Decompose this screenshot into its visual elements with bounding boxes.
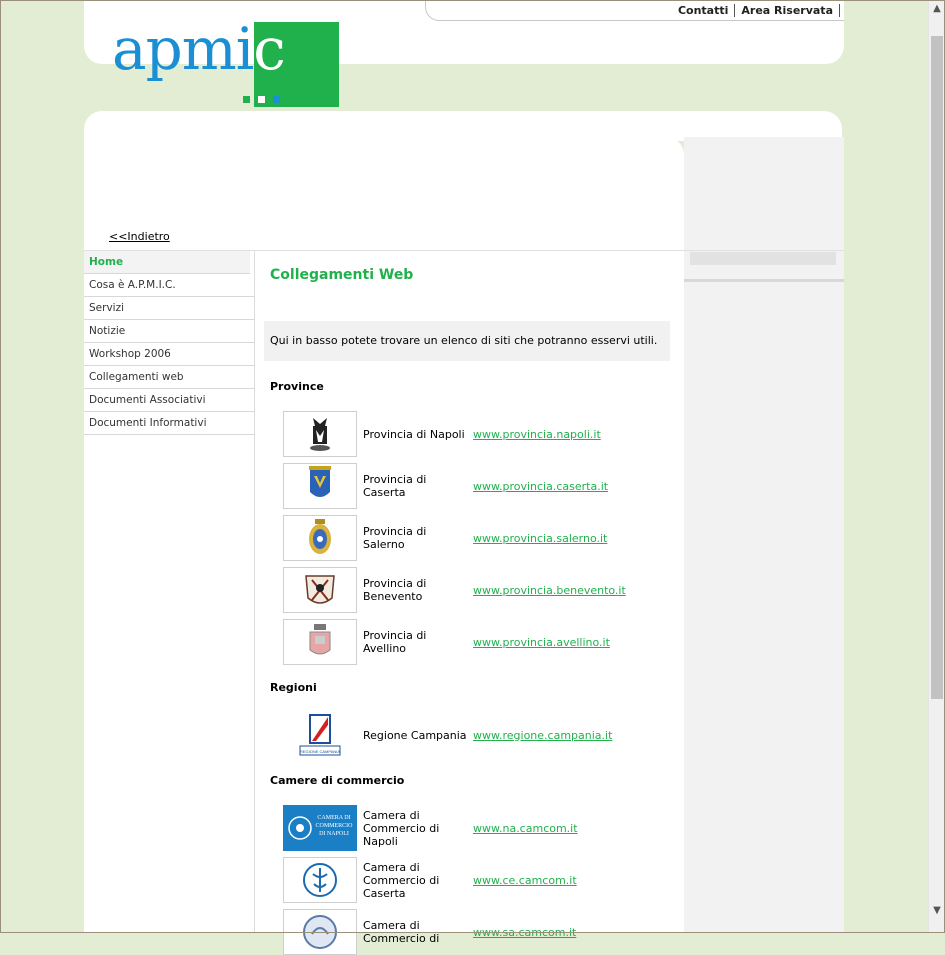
- list-item: Provincia di Salerno www.provincia.saler…: [283, 515, 663, 561]
- province-link[interactable]: www.provincia.avellino.it: [473, 619, 610, 665]
- camera-name: Camera di Commercio di Caserta: [363, 860, 440, 900]
- camera-link[interactable]: www.na.camcom.it: [473, 805, 578, 851]
- regione-link[interactable]: www.regione.campania.it: [473, 712, 612, 758]
- sidebar: Home Cosa è A.P.M.I.C. Servizi Notizie W…: [84, 251, 254, 435]
- province-name: Provincia di Caserta: [363, 473, 427, 499]
- area-riservata-link[interactable]: Area Riservata: [735, 4, 840, 17]
- coat-of-arms-icon: [283, 463, 357, 509]
- list-item: CAMERA DI COMMERCIO DI NAPOLI Camera di …: [283, 805, 663, 851]
- coat-of-arms-icon: [283, 567, 357, 613]
- list-item: Provincia di Caserta www.provincia.caser…: [283, 463, 663, 509]
- logo-dot-blue: [273, 96, 280, 103]
- coat-of-arms-icon: [283, 411, 357, 457]
- camera-link[interactable]: www.ce.camcom.it: [473, 857, 577, 903]
- scroll-up-icon[interactable]: ▲: [929, 0, 945, 17]
- province-name: Provincia di Salerno: [363, 525, 427, 551]
- regione-name: Regione Campania: [363, 728, 467, 742]
- page-title: Collegamenti Web: [270, 267, 414, 283]
- right-column: [684, 137, 844, 933]
- camera-caserta-logo: [283, 857, 357, 903]
- province-name: Provincia di Napoli: [363, 427, 465, 441]
- sidebar-item-notizie[interactable]: Notizie: [84, 320, 254, 343]
- apmic-logo[interactable]: apmic: [112, 15, 342, 110]
- camera-name: Camera di Commercio di Napoli: [363, 808, 440, 848]
- province-link[interactable]: www.provincia.salerno.it: [473, 515, 607, 561]
- province-link[interactable]: www.provincia.napoli.it: [473, 411, 601, 457]
- sidebar-item-documenti-informativi[interactable]: Documenti Informativi: [84, 412, 254, 435]
- sidebar-item-workshop[interactable]: Workshop 2006: [84, 343, 254, 366]
- back-link[interactable]: <<Indietro: [109, 230, 170, 243]
- section-province: Province: [270, 380, 324, 393]
- province-name: Provincia di Benevento: [363, 577, 427, 603]
- list-item: Provincia di Napoli www.provincia.napoli…: [283, 411, 663, 457]
- logo-text: apmic: [112, 15, 286, 83]
- top-links-bar: Contatti Area Riservata: [425, 0, 844, 21]
- scroll-down-icon[interactable]: ▼: [929, 902, 945, 919]
- list-item: Provincia di Avellino www.provincia.avel…: [283, 619, 663, 665]
- right-column-bar: [690, 252, 836, 265]
- regione-logo-caption: REGIONE CAMPANIA: [300, 749, 340, 754]
- province-link[interactable]: www.provincia.benevento.it: [473, 567, 626, 613]
- sidebar-item-cosa-e[interactable]: Cosa è A.P.M.I.C.: [84, 274, 254, 297]
- sidebar-item-collegamenti[interactable]: Collegamenti web: [84, 366, 254, 389]
- sidebar-item-documenti-associativi[interactable]: Documenti Associativi: [84, 389, 254, 412]
- contatti-link[interactable]: Contatti: [671, 4, 736, 17]
- sidebar-divider: [254, 251, 255, 933]
- coat-of-arms-icon: [283, 619, 357, 665]
- regione-campania-logo: REGIONE CAMPANIA: [283, 712, 357, 758]
- list-item: Provincia di Benevento www.provincia.ben…: [283, 567, 663, 613]
- camera-napoli-logo: CAMERA DI COMMERCIO DI NAPOLI: [283, 805, 357, 851]
- camera-name: Camera di Commercio di: [363, 919, 440, 945]
- sidebar-item-servizi[interactable]: Servizi: [84, 297, 254, 320]
- section-regioni: Regioni: [270, 681, 317, 694]
- list-item: REGIONE CAMPANIA Regione Campania www.re…: [283, 712, 663, 758]
- province-name: Provincia di Avellino: [363, 629, 427, 655]
- logo-dot-white: [258, 96, 265, 103]
- list-item: Camera di Commercio di www.sa.camcom.it: [283, 909, 663, 955]
- camera-link[interactable]: www.sa.camcom.it: [473, 909, 576, 955]
- section-camere: Camere di commercio: [270, 774, 405, 787]
- list-item: Camera di Commercio di Caserta www.ce.ca…: [283, 857, 663, 903]
- right-column-divider: [684, 279, 844, 282]
- camera-salerno-logo: [283, 909, 357, 955]
- camera-logo-caption: CAMERA DI COMMERCIO DI NAPOLI: [315, 815, 353, 837]
- scrollbar[interactable]: ▲ ▼: [928, 0, 945, 933]
- scroll-thumb[interactable]: [931, 36, 943, 699]
- province-link[interactable]: www.provincia.caserta.it: [473, 463, 608, 509]
- logo-dot-green: [243, 96, 250, 103]
- coat-of-arms-icon: [283, 515, 357, 561]
- sidebar-item-home[interactable]: Home: [84, 251, 250, 274]
- intro-text: Qui in basso potete trovare un elenco di…: [264, 321, 670, 361]
